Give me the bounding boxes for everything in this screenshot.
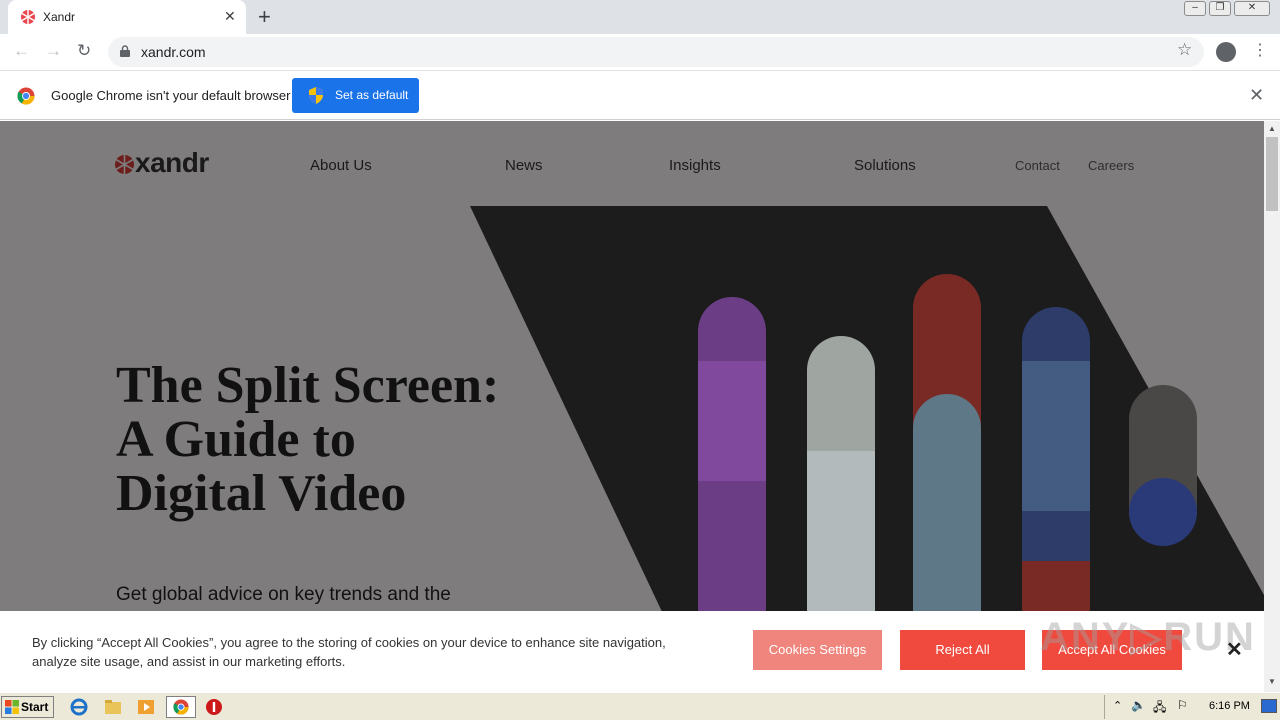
scroll-up-icon[interactable]: ▲ [1268,124,1276,133]
start-button[interactable]: Start [1,696,54,718]
shield-icon [309,87,323,104]
url-text: xandr.com [141,44,206,60]
clock[interactable]: 6:16 PM [1209,700,1250,712]
set-as-default-label: Set as default [335,88,409,102]
new-tab-icon[interactable]: + [258,5,271,29]
hero-subtitle: Get global advice on key trends and the [116,584,451,605]
account-icon[interactable] [1216,42,1236,62]
minimize-icon[interactable]: – [1184,1,1206,16]
logo-text: xandr [135,147,209,178]
start-label: Start [21,700,49,714]
tab-strip: Xandr ✕ + – ❐ ✕ [0,0,1280,34]
default-browser-infobar: Google Chrome isn't your default browser… [0,72,1280,120]
system-tray: ⌃ 🔈 🖧 ⚐ 6:16 PM [1104,695,1280,719]
chrome-logo-icon [17,87,35,105]
scroll-down-icon[interactable]: ▼ [1268,677,1276,686]
cookies-settings-button[interactable]: Cookies Settings [753,630,882,670]
hero-title-line: Digital Video [116,465,407,522]
infobar-message: Google Chrome isn't your default browser [51,88,291,103]
forward-icon[interactable]: → [45,41,62,61]
windows-flag-icon [5,700,19,714]
browser-toolbar: ← → ↻ xandr.com ☆ ⋮ [0,34,1280,71]
page-viewport: xandr About Us News Insights Solutions C… [0,121,1264,692]
ie-icon[interactable] [70,698,88,716]
hero-title: The Split Screen: A Guide to Digital Vid… [116,359,576,521]
infobar-close-icon[interactable]: ✕ [1249,85,1264,106]
stop-icon[interactable] [205,698,223,716]
page-scrollbar[interactable]: ▲ ▼ [1264,121,1280,692]
show-desktop-icon[interactable] [1261,699,1277,713]
chrome-taskbar-button[interactable] [166,696,196,718]
nav-insights[interactable]: Insights [669,157,721,174]
restore-icon[interactable]: ❐ [1209,1,1231,16]
nav-careers[interactable]: Careers [1088,158,1134,173]
xandr-logo-mark-icon [115,155,134,174]
hero-title-line: The Split Screen: [116,357,500,414]
cookie-close-icon[interactable]: ✕ [1226,639,1243,661]
volume-icon[interactable]: 🔈 [1131,698,1146,712]
set-as-default-button[interactable]: Set as default [292,78,419,113]
chrome-menu-icon[interactable]: ⋮ [1252,41,1268,61]
scroll-thumb[interactable] [1266,137,1278,211]
cookie-banner: By clicking “Accept All Cookies”, you ag… [0,611,1264,692]
chrome-icon [173,699,189,715]
cookie-message: By clicking “Accept All Cookies”, you ag… [32,635,666,669]
tab-xandr[interactable]: Xandr ✕ [8,0,246,34]
windows-taskbar: Start ⌃ 🔈 🖧 ⚐ 6:16 PM [0,692,1280,720]
tab-close-icon[interactable]: ✕ [224,8,236,24]
nav-about-us[interactable]: About Us [310,157,372,174]
nav-solutions[interactable]: Solutions [854,157,916,174]
folder-icon[interactable] [104,698,122,716]
reject-all-button[interactable]: Reject All [900,630,1025,670]
media-icon[interactable] [137,698,155,716]
tab-title: Xandr [43,10,76,24]
address-bar[interactable]: xandr.com ☆ [108,37,1204,67]
xandr-favicon-icon [21,10,35,24]
anyrun-watermark: ANY▷RUN [1040,615,1256,659]
nav-news[interactable]: News [505,157,543,174]
flag-icon[interactable]: ⚐ [1177,698,1188,712]
tray-expand-icon[interactable]: ⌃ [1113,699,1122,712]
back-icon[interactable]: ← [13,41,30,61]
nav-contact[interactable]: Contact [1015,158,1060,173]
close-window-icon[interactable]: ✕ [1234,1,1270,16]
reload-icon[interactable]: ↻ [77,41,91,61]
bookmark-star-icon[interactable]: ☆ [1177,40,1192,60]
lock-icon [120,45,130,57]
network-icon[interactable]: 🖧 [1153,698,1166,719]
hero-title-line: A Guide to [116,411,356,468]
